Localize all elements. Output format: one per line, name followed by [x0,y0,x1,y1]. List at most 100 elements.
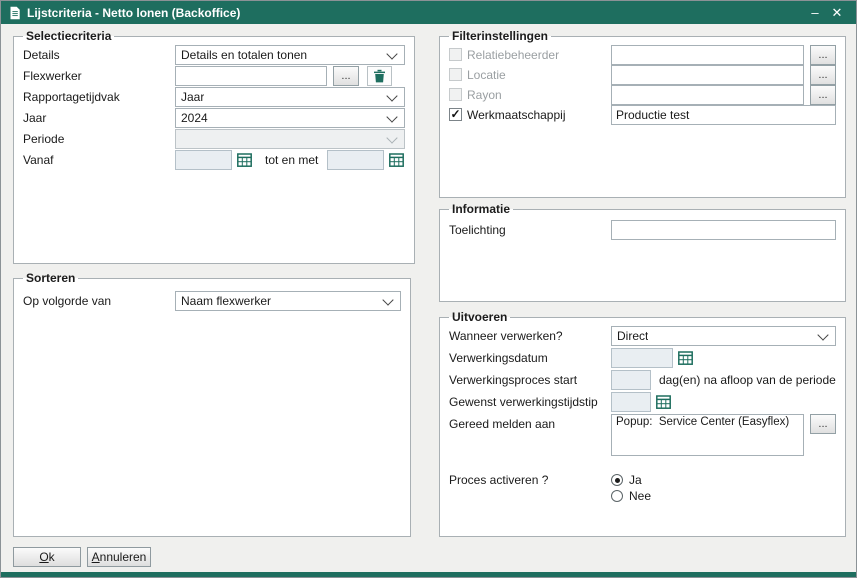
chevron-down-icon [387,90,398,101]
chevron-down-icon [387,132,398,143]
toelichting-input[interactable] [611,220,836,240]
chevron-down-icon [387,48,398,59]
rapportagetijdvak-label: Rapportagetijdvak [23,90,175,104]
annuleren-button-label: A [92,550,100,564]
flexwerker-browse-button[interactable]: ... [333,66,359,86]
calendar-icon[interactable] [655,394,672,410]
werkmaatschappij-label: Werkmaatschappij [467,108,611,122]
verwerkingsdatum-input[interactable] [611,348,673,368]
group-informatie: Informatie Toelichting [439,202,846,302]
group-selectiecriteria-legend: Selectiecriteria [23,29,114,43]
calendar-icon[interactable] [388,152,405,168]
locatie-input[interactable] [611,65,804,85]
verwerkingsdatum-row: Verwerkingsdatum [449,348,836,368]
locatie-label: Locatie [467,68,611,82]
group-filterinstellingen-legend: Filterinstellingen [449,29,551,43]
verwerkingsdatum-label: Verwerkingsdatum [449,351,611,365]
nee-option[interactable]: Nee [611,488,651,504]
rapportagetijdvak-row: Rapportagetijdvak Jaar [23,87,405,107]
rapportagetijdvak-select[interactable]: Jaar [175,87,405,107]
group-uitvoeren: Uitvoeren Wanneer verwerken? Direct Verw… [439,310,846,537]
proces-activeren-row: Proces activeren ? Ja Nee [449,472,836,504]
toelichting-row: Toelichting [449,220,836,240]
calendar-icon[interactable] [236,152,253,168]
locatie-row: Locatie ... [449,65,836,84]
op-volgorde-select[interactable]: Naam flexwerker [175,291,401,311]
details-value: Details en totalen tonen [181,48,307,62]
rayon-row: Rayon ... [449,85,836,104]
periode-label: Periode [23,132,175,146]
relatiebeheerder-checkbox [449,48,462,61]
window-title: Lijstcriteria - Netto lonen (Backoffice) [27,6,804,20]
wanneer-verwerken-label: Wanneer verwerken? [449,329,611,343]
werkmaatschappij-row: Werkmaatschappij [449,105,836,124]
chevron-down-icon [387,111,398,122]
minimize-button[interactable]: – [804,1,826,24]
toelichting-label: Toelichting [449,223,611,237]
jaar-label: Jaar [23,111,175,125]
wanneer-verwerken-row: Wanneer verwerken? Direct [449,326,836,346]
op-volgorde-value: Naam flexwerker [181,294,271,308]
jaar-select[interactable]: 2024 [175,108,405,128]
rayon-checkbox [449,88,462,101]
verwerkingsproces-start-row: Verwerkingsproces start dag(en) na afloo… [449,370,836,390]
gereed-melden-browse-button[interactable]: ... [810,414,836,434]
tot-date-input[interactable] [327,150,384,170]
op-volgorde-label: Op volgorde van [23,294,175,308]
flexwerker-input[interactable] [175,66,327,86]
ok-button-label: O [39,550,48,564]
details-label: Details [23,48,175,62]
gereed-melden-textarea[interactable]: Popup: Service Center (Easyflex) [611,414,804,456]
tot-en-met-label: tot en met [265,153,318,167]
details-select[interactable]: Details en totalen tonen [175,45,405,65]
periode-row: Periode [23,129,405,149]
titlebar: Lijstcriteria - Netto lonen (Backoffice)… [1,1,856,24]
periode-select [175,129,405,149]
verwerkingstijdstip-row: Gewenst verwerkingstijdstip [449,392,836,412]
flexwerker-label: Flexwerker [23,69,175,83]
annuleren-button[interactable]: Annuleren [87,547,151,567]
ja-label: Ja [629,473,642,487]
vanaf-row: Vanaf tot en met [23,150,405,170]
proces-activeren-radio-group: Ja Nee [611,472,651,504]
wanneer-verwerken-select[interactable]: Direct [611,326,836,346]
document-icon [9,6,21,20]
werkmaatschappij-input[interactable] [611,105,836,125]
annuleren-button-label-rest: nnuleren [100,550,147,564]
werkmaatschappij-checkbox[interactable] [449,108,462,121]
ok-button[interactable]: Ok [13,547,81,567]
rayon-input[interactable] [611,85,804,105]
flexwerker-row: Flexwerker ... [23,66,405,86]
dialog-window: Lijstcriteria - Netto lonen (Backoffice)… [0,0,857,578]
ja-radio[interactable] [611,474,623,486]
nee-radio[interactable] [611,490,623,502]
group-uitvoeren-legend: Uitvoeren [449,310,510,324]
close-button[interactable]: ✕ [826,1,848,24]
trash-icon [373,69,386,83]
ok-button-label-rest: k [49,550,55,564]
op-volgorde-row: Op volgorde van Naam flexwerker [23,291,401,311]
group-filterinstellingen: Filterinstellingen Relatiebeheerder ... … [439,29,846,198]
calendar-icon[interactable] [677,350,694,366]
verwerkingstijdstip-input[interactable] [611,392,651,412]
vanaf-date-input[interactable] [175,150,232,170]
locatie-browse-button[interactable]: ... [810,65,836,85]
chevron-down-icon [382,294,393,305]
relatiebeheerder-browse-button[interactable]: ... [810,45,836,65]
window-bottom-border [1,572,856,577]
flexwerker-delete-button[interactable] [367,66,392,86]
gereed-melden-row: Gereed melden aan Popup: Service Center … [449,414,836,458]
rapportagetijdvak-value: Jaar [181,90,204,104]
relatiebeheerder-row: Relatiebeheerder ... [449,45,836,64]
dagen-suffix-label: dag(en) na afloop van de periode [659,373,836,387]
relatiebeheerder-input[interactable] [611,45,804,65]
rayon-browse-button[interactable]: ... [810,85,836,105]
gereed-melden-label: Gereed melden aan [449,414,611,431]
vanaf-label: Vanaf [23,153,175,167]
verwerkingstijdstip-label: Gewenst verwerkingstijdstip [449,395,611,409]
verwerkingsproces-start-input[interactable] [611,370,651,390]
group-sorteren: Sorteren Op volgorde van Naam flexwerker [13,271,411,537]
details-row: Details Details en totalen tonen [23,45,405,65]
ja-option[interactable]: Ja [611,472,651,488]
rayon-label: Rayon [467,88,611,102]
